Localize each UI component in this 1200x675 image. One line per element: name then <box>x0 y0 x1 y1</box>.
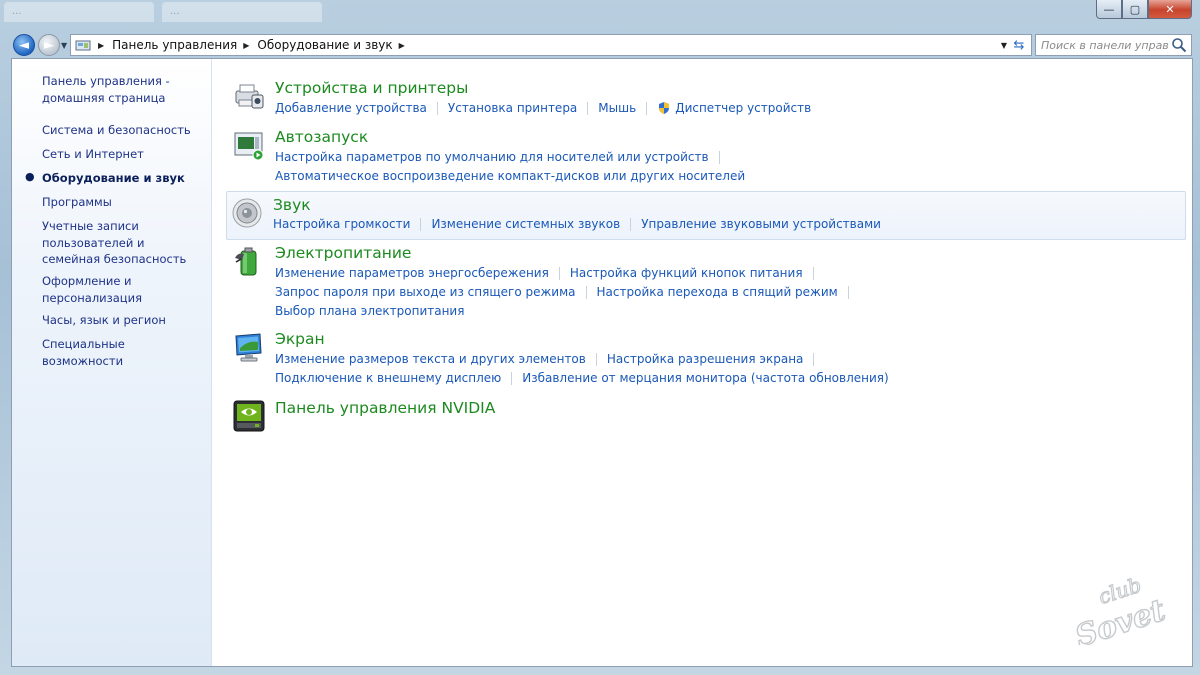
maximize-button[interactable]: ▢ <box>1122 0 1148 19</box>
category-title[interactable]: Экран <box>275 330 325 348</box>
breadcrumb-chevron-icon[interactable]: ▶ <box>98 41 104 50</box>
link-separator <box>585 285 587 299</box>
category-nvidia: Панель управления NVIDIA <box>228 399 1186 435</box>
link-separator <box>436 101 438 115</box>
forward-button[interactable]: ► <box>38 34 60 56</box>
link-default-media-settings[interactable]: Настройка параметров по умолчанию для но… <box>275 150 709 164</box>
link-audio-devices[interactable]: Управление звуковыми устройствами <box>641 217 881 231</box>
sidebar-item-user-accounts[interactable]: Учетные записи пользователей и семейная … <box>42 218 202 268</box>
category-sound[interactable]: Звук Настройка громкости Изменение систе… <box>226 191 1186 240</box>
breadcrumb-chevron-icon[interactable]: ▶ <box>399 41 405 50</box>
category-title[interactable]: Автозапуск <box>275 128 368 146</box>
category-title[interactable]: Устройства и принтеры <box>275 79 468 97</box>
address-bar[interactable]: ▶ Панель управления ▶ Оборудование и зву… <box>70 34 1032 56</box>
link-separator <box>511 371 513 385</box>
category-title[interactable]: Звук <box>273 196 311 214</box>
link-refresh-rate[interactable]: Избавление от мерцания монитора (частота… <box>522 371 888 385</box>
active-bullet-icon: ● <box>25 170 35 183</box>
link-system-sounds[interactable]: Изменение системных звуков <box>431 217 620 231</box>
link-row: Добавление устройства Установка принтера… <box>275 101 811 115</box>
sidebar-item-accessibility[interactable]: Специальные возможности <box>42 336 202 369</box>
back-button[interactable]: ◄ <box>13 34 35 56</box>
speaker-icon[interactable] <box>230 196 264 230</box>
minimize-button[interactable]: — <box>1096 0 1122 19</box>
link-volume[interactable]: Настройка громкости <box>273 217 410 231</box>
link-sleep-settings[interactable]: Настройка перехода в спящий режим <box>597 285 838 299</box>
nvidia-icon[interactable] <box>232 399 266 433</box>
link-power-plan[interactable]: Выбор плана электропитания <box>275 304 464 318</box>
link-separator <box>718 150 720 164</box>
link-separator <box>595 352 597 366</box>
background-window-tab: ... <box>162 2 322 22</box>
breadcrumb-control-panel[interactable]: Панель управления <box>112 38 237 52</box>
link-power-saving[interactable]: Изменение параметров энергосбережения <box>275 266 549 280</box>
control-panel-icon <box>74 38 92 52</box>
category-power: Электропитание Изменение параметров энер… <box>228 244 1186 324</box>
link-separator <box>646 101 648 115</box>
sidebar-item-network[interactable]: Сеть и Интернет <box>42 146 202 163</box>
link-row: Выбор плана электропитания <box>275 304 464 318</box>
link-row: Автоматическое воспроизведение компакт-д… <box>275 169 745 183</box>
link-row: Запрос пароля при выходе из спящего режи… <box>275 285 859 299</box>
breadcrumb-hardware-sound[interactable]: Оборудование и звук <box>257 38 392 52</box>
link-autoplay-cds[interactable]: Автоматическое воспроизведение компакт-д… <box>275 169 745 183</box>
sidebar-item-appearance[interactable]: Оформление и персонализация <box>42 273 202 306</box>
link-add-device[interactable]: Добавление устройства <box>275 101 427 115</box>
navigation-bar: ◄ ► ▼ ▶ Панель управления ▶ Оборудование… <box>0 30 1200 58</box>
link-separator <box>812 266 814 280</box>
search-input[interactable] <box>1041 38 1169 52</box>
window-frame: ... ... — ▢ ✕ ◄ ► ▼ ▶ Панель управления … <box>0 0 1200 675</box>
battery-icon[interactable] <box>232 244 266 278</box>
link-separator <box>847 285 849 299</box>
sidebar-item-system-security[interactable]: Система и безопасность <box>42 122 202 139</box>
link-text-size[interactable]: Изменение размеров текста и других элеме… <box>275 352 586 366</box>
printer-icon[interactable] <box>232 79 266 113</box>
content-pane: Панель управления - домашняя страница Си… <box>11 58 1193 667</box>
link-device-manager[interactable]: Диспетчер устройств <box>675 101 811 115</box>
monitor-icon[interactable] <box>232 330 266 364</box>
link-mouse[interactable]: Мышь <box>598 101 636 115</box>
link-separator <box>813 352 815 366</box>
link-row: Изменение размеров текста и других элеме… <box>275 352 824 366</box>
category-title[interactable]: Панель управления NVIDIA <box>275 399 495 417</box>
close-button[interactable]: ✕ <box>1148 0 1192 19</box>
link-screen-resolution[interactable]: Настройка разрешения экрана <box>607 352 804 366</box>
category-devices-printers: Устройства и принтеры Добавление устройс… <box>228 79 1186 121</box>
category-title[interactable]: Электропитание <box>275 244 411 262</box>
link-row: Изменение параметров энергосбережения На… <box>275 266 824 280</box>
link-add-printer[interactable]: Установка принтера <box>448 101 577 115</box>
sidebar-item-home[interactable]: Панель управления - домашняя страница <box>42 73 202 106</box>
link-separator <box>630 217 632 231</box>
club-sovet-watermark-logo: club Sovet <box>1070 575 1170 645</box>
link-wake-password[interactable]: Запрос пароля при выходе из спящего режи… <box>275 285 576 299</box>
autoplay-icon[interactable] <box>232 128 266 162</box>
search-box[interactable] <box>1035 34 1192 56</box>
link-row: Подключение к внешнему дисплею Избавлени… <box>275 371 889 385</box>
main-panel: Устройства и принтеры Добавление устройс… <box>212 59 1192 666</box>
address-history-dropdown-icon[interactable]: ▼ <box>1001 41 1007 50</box>
uac-shield-icon <box>659 102 670 114</box>
sidebar-item-clock-region[interactable]: Часы, язык и регион <box>42 312 202 329</box>
link-power-buttons[interactable]: Настройка функций кнопок питания <box>570 266 803 280</box>
breadcrumb-chevron-icon[interactable]: ▶ <box>243 41 249 50</box>
link-separator <box>587 101 589 115</box>
category-display: Экран Изменение размеров текста и других… <box>228 330 1186 392</box>
refresh-icon[interactable]: ⇆ <box>1010 37 1028 53</box>
sidebar: Панель управления - домашняя страница Си… <box>12 59 212 666</box>
sidebar-item-programs[interactable]: Программы <box>42 194 202 211</box>
link-separator <box>558 266 560 280</box>
link-separator <box>420 217 422 231</box>
search-icon[interactable] <box>1171 37 1187 53</box>
link-row: Настройка параметров по умолчанию для но… <box>275 150 730 164</box>
background-window-tab: ... <box>4 2 154 22</box>
title-bar: ... ... — ▢ ✕ <box>0 0 1200 30</box>
sidebar-item-hardware-sound[interactable]: Оборудование и звук <box>42 170 202 187</box>
link-external-display[interactable]: Подключение к внешнему дисплею <box>275 371 501 385</box>
recent-pages-dropdown-icon[interactable]: ▼ <box>61 41 67 50</box>
window-controls: — ▢ ✕ <box>1096 0 1192 19</box>
link-row: Настройка громкости Изменение системных … <box>273 217 881 231</box>
category-autoplay: Автозапуск Настройка параметров по умолч… <box>228 128 1186 188</box>
